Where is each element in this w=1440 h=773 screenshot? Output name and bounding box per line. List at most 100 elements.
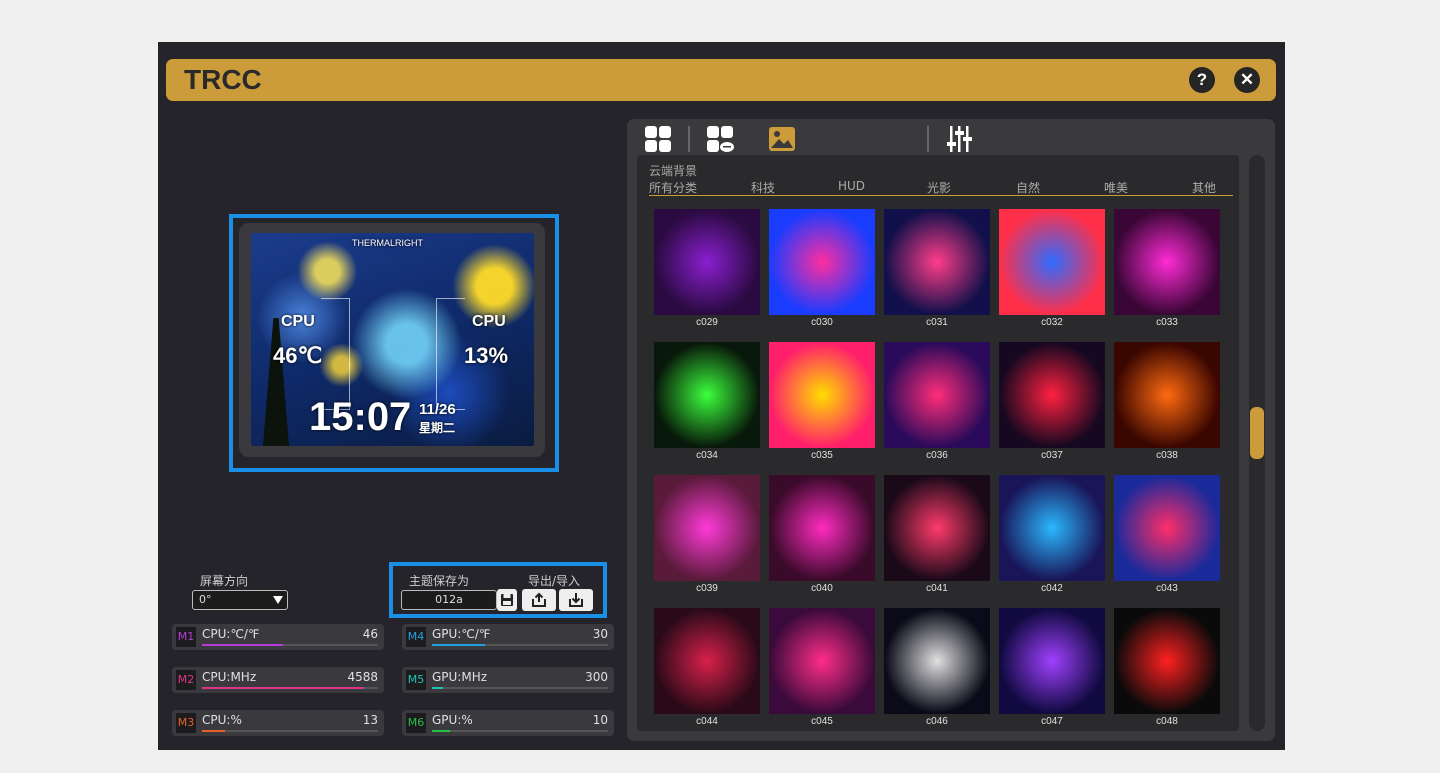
thumbnail-label: c047	[1041, 716, 1063, 727]
metric-value: 13	[362, 713, 378, 727]
cpu-label-left: CPU	[281, 313, 315, 330]
preview-screen[interactable]: THERMALRIGHT CPU 46℃ CPU 13% 15:07 11/26…	[251, 233, 534, 446]
metric-fill	[432, 730, 450, 732]
import-icon	[569, 593, 583, 607]
grid-icon[interactable]	[644, 125, 672, 153]
category-light[interactable]: 光影	[927, 179, 951, 196]
category-all[interactable]: 所有分类	[649, 179, 697, 196]
thumbnail-image	[769, 475, 875, 581]
help-button[interactable]: ?	[1189, 67, 1215, 93]
gallery-item-c035[interactable]: c035	[769, 342, 875, 461]
clock-date: 11/26	[419, 401, 456, 418]
image-icon[interactable]	[768, 125, 796, 153]
gallery-item-c038[interactable]: c038	[1114, 342, 1220, 461]
tab-divider	[688, 126, 690, 152]
category-aesthetic[interactable]: 唯美	[1104, 179, 1128, 196]
thumbnail-image	[999, 342, 1105, 448]
metric-row-m6[interactable]: M6 GPU:% 10	[402, 710, 614, 736]
thumbnail-label: c043	[1156, 583, 1178, 594]
gallery-scrollbar[interactable]	[1249, 155, 1265, 731]
metric-row-m3[interactable]: M3 CPU:% 13	[172, 710, 384, 736]
gallery-item-c039[interactable]: c039	[654, 475, 760, 594]
gallery-item-c041[interactable]: c041	[884, 475, 990, 594]
gallery-item-c034[interactable]: c034	[654, 342, 760, 461]
metric-row-m2[interactable]: M2 CPU:MHz 4588	[172, 667, 384, 693]
gallery-item-c043[interactable]: c043	[1114, 475, 1220, 594]
metric-track	[432, 687, 608, 689]
orientation-value: 0°	[199, 593, 212, 606]
metric-value: 300	[585, 670, 608, 684]
thumbnail-label: c029	[696, 317, 718, 328]
thumbnail-label: c042	[1041, 583, 1063, 594]
thumbnail-image	[769, 608, 875, 714]
metric-value: 46	[362, 627, 378, 641]
thumbnail-image	[1114, 608, 1220, 714]
thumbnail-image	[654, 209, 760, 315]
close-button[interactable]: ✕	[1234, 67, 1260, 93]
thumbnail-image	[884, 475, 990, 581]
orientation-select[interactable]: 0°	[192, 590, 288, 610]
thumbnail-image	[884, 209, 990, 315]
metric-track	[202, 644, 378, 646]
thumbnail-label: c045	[811, 716, 833, 727]
thumbnail-label: c040	[811, 583, 833, 594]
theme-name-input[interactable]: 012a	[401, 590, 497, 610]
metric-label: CPU:%	[202, 713, 242, 727]
metric-row-m5[interactable]: M5 GPU:MHz 300	[402, 667, 614, 693]
metric-label: CPU:MHz	[202, 670, 257, 684]
cloud-grid-icon[interactable]	[706, 125, 734, 153]
gallery-section-title: 云端背景	[649, 164, 698, 178]
app-title: TRCC	[184, 64, 262, 95]
category-nature[interactable]: 自然	[1016, 179, 1040, 196]
thumbnail-label: c037	[1041, 450, 1063, 461]
metric-row-m4[interactable]: M4 GPU:℃/℉ 30	[402, 624, 614, 650]
metric-badge: M3	[176, 713, 196, 733]
category-tech[interactable]: 科技	[751, 179, 775, 196]
gallery-item-c046[interactable]: c046	[884, 608, 990, 727]
thumbnail-image	[884, 342, 990, 448]
thumbnail-label: c034	[696, 450, 718, 461]
category-other[interactable]: 其他	[1192, 179, 1216, 196]
gallery-item-c048[interactable]: c048	[1114, 608, 1220, 727]
title-bar: TRCC ? ✕	[166, 59, 1276, 101]
gallery-item-c045[interactable]: c045	[769, 608, 875, 727]
orientation-label: 屏幕方向	[200, 574, 249, 588]
thumbnail-image	[654, 342, 760, 448]
metric-track	[432, 730, 608, 732]
scrollbar-thumb[interactable]	[1250, 407, 1264, 459]
gallery-item-c037[interactable]: c037	[999, 342, 1105, 461]
chevron-down-icon	[273, 596, 283, 604]
gallery-item-c036[interactable]: c036	[884, 342, 990, 461]
thumbnail-label: c038	[1156, 450, 1178, 461]
thumbnail-label: c046	[926, 716, 948, 727]
thumbnail-image	[1114, 209, 1220, 315]
thumbnail-image	[999, 608, 1105, 714]
thumbnail-label: c033	[1156, 317, 1178, 328]
gallery-item-c047[interactable]: c047	[999, 608, 1105, 727]
cpu-usage-value: 13%	[464, 343, 509, 368]
sliders-icon[interactable]	[945, 125, 973, 153]
thumbnail-image	[769, 342, 875, 448]
tab-divider	[927, 126, 929, 152]
category-hud[interactable]: HUD	[838, 179, 865, 193]
thumbnail-label: c036	[926, 450, 948, 461]
save-theme-button[interactable]	[497, 589, 517, 611]
gallery-item-c033[interactable]: c033	[1114, 209, 1220, 328]
metric-badge: M5	[406, 670, 426, 690]
import-button[interactable]	[559, 589, 593, 611]
thumbnail-image	[1114, 475, 1220, 581]
gallery-item-c030[interactable]: c030	[769, 209, 875, 328]
gallery-item-c040[interactable]: c040	[769, 475, 875, 594]
metric-row-m1[interactable]: M1 CPU:℃/℉ 46	[172, 624, 384, 650]
clock-time: 15:07	[309, 395, 412, 439]
gallery-item-c044[interactable]: c044	[654, 608, 760, 727]
background-gallery: 云端背景 所有分类 科技 HUD 光影 自然 唯美 其他 c029 c030 c03…	[637, 155, 1239, 731]
metric-badge: M4	[406, 627, 426, 647]
export-button[interactable]	[522, 589, 556, 611]
gallery-item-c042[interactable]: c042	[999, 475, 1105, 594]
gallery-item-c029[interactable]: c029	[654, 209, 760, 328]
gallery-panel: 云端背景 所有分类 科技 HUD 光影 自然 唯美 其他 c029 c030 c03…	[627, 119, 1275, 741]
cpu-label-right: CPU	[472, 313, 506, 330]
gallery-item-c031[interactable]: c031	[884, 209, 990, 328]
gallery-item-c032[interactable]: c032	[999, 209, 1105, 328]
